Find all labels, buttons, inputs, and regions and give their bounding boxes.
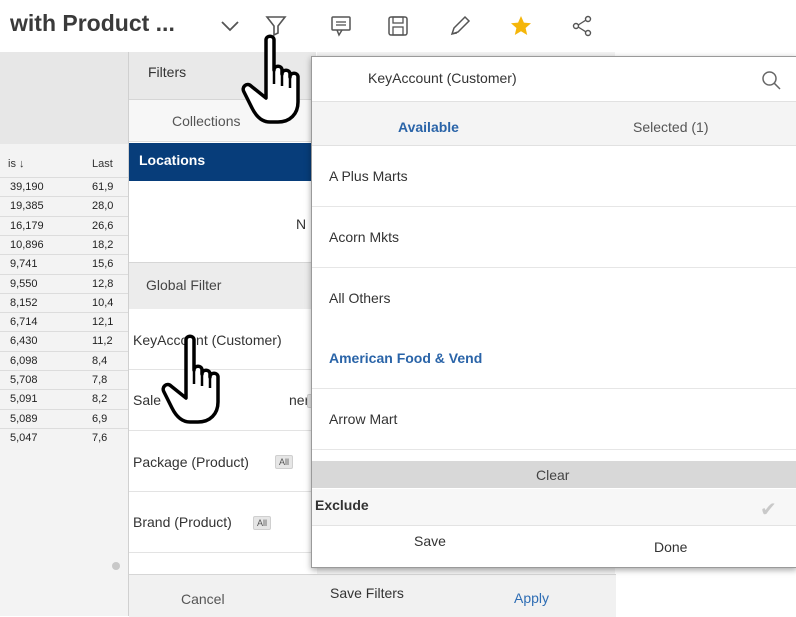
table-row[interactable]: 9,550 12,8	[0, 273, 130, 294]
table-cell: 10,896	[10, 238, 44, 251]
dropdown-tabs	[312, 102, 796, 146]
table-cell: 39,190	[10, 181, 44, 193]
filters-title: Filters	[148, 64, 187, 80]
report-header-band	[0, 52, 130, 144]
table-row[interactable]: 5,708 7,8	[0, 370, 130, 390]
save-filters-button[interactable]: Save Filters	[330, 585, 404, 601]
table-cell: 5,047	[10, 431, 38, 444]
column-header-sales[interactable]: is ↓	[8, 158, 25, 170]
collections-empty-text: N	[296, 216, 307, 232]
tab-selected[interactable]: Selected (1)	[633, 119, 708, 135]
table-cell: 9,550	[10, 277, 38, 290]
pager-dot[interactable]	[112, 562, 120, 570]
list-item[interactable]: Arrow Mart	[312, 389, 796, 450]
list-item-selected[interactable]: American Food & Vend	[312, 328, 796, 389]
table-cell: 6,9	[92, 412, 108, 425]
global-filter-label: Global Filter	[146, 277, 222, 293]
table-cell: 8,2	[92, 393, 108, 406]
all-badge: All	[253, 516, 272, 530]
table-cell: 26,6	[92, 219, 114, 232]
apply-button[interactable]: Apply	[514, 590, 549, 606]
table-cell: 8,4	[92, 354, 108, 367]
chevron-down-icon[interactable]	[218, 14, 242, 38]
table-cell: 7,6	[92, 431, 108, 444]
table-cell: 7,8	[92, 374, 108, 386]
done-button[interactable]: Done	[654, 539, 687, 555]
table-cell: 5,708	[10, 374, 38, 386]
hand-pointer-icon	[241, 34, 300, 124]
list-item-label: A Plus Marts	[329, 168, 408, 184]
table-cell: 28,0	[92, 200, 114, 213]
table-cell: 12,8	[92, 277, 114, 290]
list-item-label: Acorn Mkts	[329, 229, 400, 245]
table-cell: 61,9	[92, 181, 114, 193]
filter-item-label: Brand (Product)	[133, 514, 232, 530]
keyaccount-filter-dropdown: KeyAccount (Customer) Available Selected…	[311, 56, 796, 568]
table-cell: 9,741	[10, 258, 38, 271]
table-cell: 5,091	[10, 393, 38, 406]
table-row[interactable]: 16,179 26,6	[0, 215, 130, 236]
table-row[interactable]: 8,152 10,4	[0, 292, 130, 313]
table-cell: 5,089	[10, 412, 38, 425]
table-cell: 12,1	[92, 316, 114, 329]
table-cell: 8,152	[10, 296, 38, 309]
list-item-label: All Others	[329, 290, 391, 306]
column-header-last[interactable]: Last	[92, 158, 113, 170]
favorite-star-icon[interactable]	[509, 14, 533, 38]
table-cell: 10,4	[92, 296, 114, 309]
table-cell: 18,2	[92, 238, 114, 251]
locations-label[interactable]: Locations	[139, 152, 205, 168]
save-icon[interactable]	[386, 14, 410, 38]
exclude-label: Exclude	[315, 497, 369, 513]
table-row[interactable]: 6,430 11,2	[0, 331, 130, 351]
list-item-label: American Food & Vend	[329, 350, 483, 366]
search-icon[interactable]	[760, 69, 782, 91]
table-row[interactable]: 6,714 12,1	[0, 312, 130, 332]
tab-available[interactable]: Available	[398, 119, 459, 135]
table-row[interactable]: 5,089 6,9	[0, 408, 130, 429]
table-cell: 15,6	[92, 258, 114, 271]
save-button[interactable]: Save	[414, 533, 446, 549]
cancel-button[interactable]: Cancel	[181, 591, 225, 607]
dropdown-title: KeyAccount (Customer)	[368, 70, 517, 86]
table-row[interactable]: 39,190 61,9	[0, 177, 130, 197]
clear-button[interactable]: Clear	[536, 467, 569, 483]
table-cell: 16,179	[10, 219, 44, 232]
table-row[interactable]: 6,098 8,4	[0, 350, 130, 371]
filter-item-label: Sale	[133, 392, 162, 408]
table-cell: 6,714	[10, 316, 38, 329]
table-row[interactable]: 5,047 7,6	[0, 427, 130, 448]
table-row[interactable]: 10,896 18,2	[0, 234, 130, 255]
report-title: with Product ...	[10, 10, 175, 36]
list-item-label: Arrow Mart	[329, 411, 398, 427]
filter-item-brand[interactable]: Brand (Product) All	[129, 492, 316, 553]
table-row[interactable]: 19,385 28,0	[0, 196, 130, 216]
edit-icon[interactable]	[448, 14, 472, 38]
list-item[interactable]: Acorn Mkts	[312, 207, 796, 268]
list-item[interactable]: All Others	[312, 268, 796, 329]
table-cell: 11,2	[92, 335, 113, 348]
table-cell: 6,430	[10, 335, 38, 348]
checkmark-icon[interactable]: ✔	[760, 497, 777, 522]
all-badge: All	[275, 455, 294, 469]
hand-pointer-icon	[161, 334, 220, 424]
filter-item-package[interactable]: Package (Product) All	[129, 431, 316, 492]
table-cell: 19,385	[10, 200, 44, 213]
filter-item-label: Package (Product)	[133, 454, 249, 470]
table-cell: 6,098	[10, 354, 38, 367]
collections-tab-label[interactable]: Collections	[172, 113, 240, 129]
table-row[interactable]: 5,091 8,2	[0, 389, 130, 409]
list-item[interactable]: A Plus Marts	[312, 146, 796, 207]
share-icon[interactable]	[570, 14, 594, 38]
table-row[interactable]: 9,741 15,6	[0, 254, 130, 274]
exclude-row[interactable]	[312, 489, 796, 526]
